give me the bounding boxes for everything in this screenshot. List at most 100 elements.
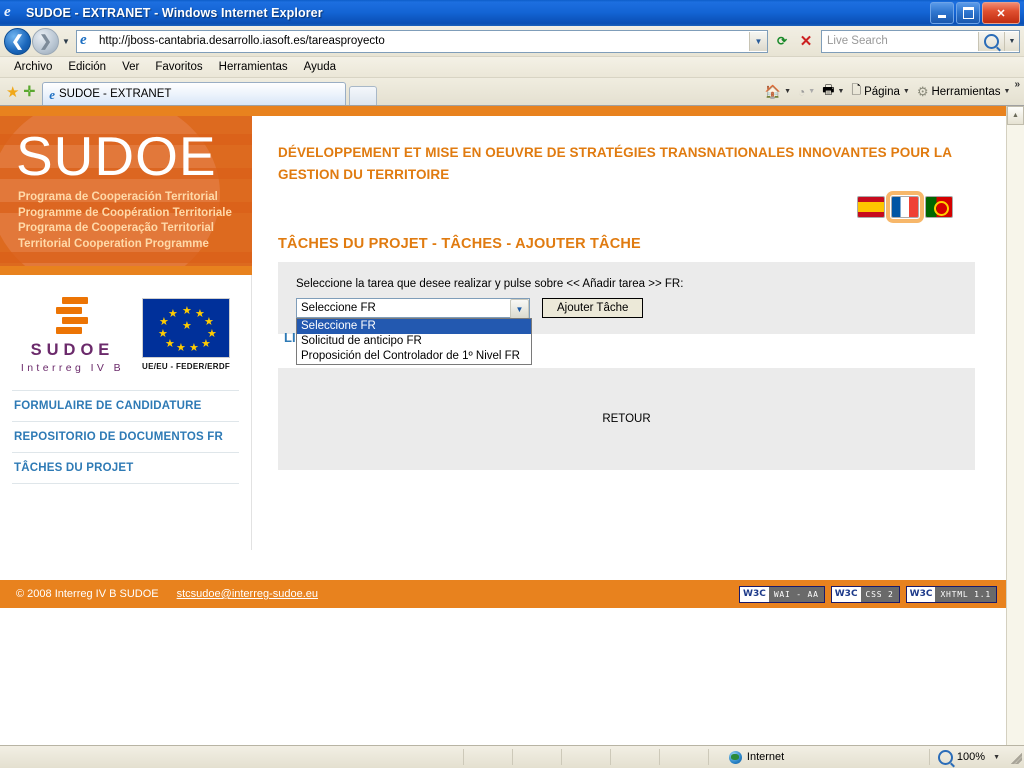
banner-bottom-bar bbox=[0, 266, 252, 275]
page-title: TÂCHES DU PROJET - TÂCHES - AJOUTER TÂCH… bbox=[278, 236, 641, 252]
overflow-chevrons-icon[interactable]: » bbox=[1014, 79, 1020, 90]
badge-css-label: CSS 2 bbox=[860, 586, 899, 602]
badge-css[interactable]: W3C CSS 2 bbox=[830, 585, 900, 603]
menu-archivo[interactable]: Archivo bbox=[6, 59, 60, 75]
window-title: SUDOE - EXTRANET - Windows Internet Expl… bbox=[26, 6, 323, 20]
search-input[interactable]: Live Search bbox=[822, 35, 978, 47]
menu-favoritos[interactable]: Favoritos bbox=[147, 59, 210, 75]
task-select-dropdown[interactable]: Seleccione FR Solicitud de anticipo FR P… bbox=[296, 318, 532, 365]
resize-grip[interactable] bbox=[1008, 750, 1022, 764]
site-footer: © 2008 Interreg IV B SUDOE stcsudoe@inte… bbox=[0, 580, 1006, 608]
dropdown-option[interactable]: Solicitud de anticipo FR bbox=[297, 334, 531, 349]
url-dropdown-chevron-down-icon[interactable]: ▼ bbox=[749, 31, 767, 51]
rss-icon: ◔ bbox=[798, 84, 806, 99]
url-text: http://jboss-cantabria.desarrollo.iasoft… bbox=[99, 35, 385, 47]
url-bar[interactable]: e http://jboss-cantabria.desarrollo.iaso… bbox=[76, 29, 768, 53]
printer-icon: 🖶 bbox=[822, 81, 835, 97]
menu-ver[interactable]: Ver bbox=[114, 59, 147, 75]
print-button[interactable]: 🖶 ▼ bbox=[819, 79, 847, 105]
back-button[interactable]: ❮ bbox=[4, 27, 31, 55]
page-menu-button[interactable]: 🗋 Página ▼ bbox=[848, 79, 912, 104]
add-task-button[interactable]: Ajouter Tâche bbox=[542, 298, 644, 318]
menu-bar: Archivo Edición Ver Favoritos Herramient… bbox=[0, 57, 1024, 78]
badge-xhtml[interactable]: W3C XHTML 1.1 bbox=[905, 585, 997, 603]
sidebar-nav: FORMULAIRE DE CANDIDATURE REPOSITORIO DE… bbox=[0, 390, 252, 550]
language-flag-es[interactable] bbox=[857, 196, 885, 218]
language-flag-pt[interactable] bbox=[925, 196, 953, 218]
close-button[interactable]: ✕ bbox=[982, 2, 1020, 24]
tools-chevron-down-icon[interactable]: ▼ bbox=[1004, 88, 1011, 95]
menu-herramientas[interactable]: Herramientas bbox=[211, 59, 296, 75]
zoom-chevron-down-icon[interactable]: ▼ bbox=[993, 754, 1000, 761]
status-message bbox=[0, 749, 464, 765]
sidebar-item-repositorio[interactable]: REPOSITORIO DE DOCUMENTOS FR bbox=[12, 422, 239, 453]
status-cell bbox=[562, 749, 611, 765]
security-zone[interactable]: Internet bbox=[709, 749, 930, 765]
minimize-button[interactable] bbox=[930, 2, 954, 24]
zoom-level: 100% bbox=[956, 751, 986, 763]
home-button[interactable]: 🏠 ▼ bbox=[762, 82, 794, 102]
vertical-scrollbar[interactable]: ▲ bbox=[1006, 106, 1024, 745]
sidebar-item-taches[interactable]: TÂCHES DU PROJET bbox=[12, 453, 239, 484]
task-select[interactable]: Seleccione FR ▼ bbox=[296, 298, 530, 319]
home-chevron-down-icon[interactable]: ▼ bbox=[784, 88, 791, 95]
status-bar: Internet 100% ▼ bbox=[0, 745, 1024, 768]
eu-caption: UE/EU - FEDER/ERDF bbox=[142, 362, 231, 371]
dropdown-option[interactable]: Seleccione FR bbox=[297, 319, 531, 334]
badge-wai-label: WAI - AA bbox=[768, 586, 824, 602]
w3c-badges: W3C WAI - AA W3C CSS 2 W3C XHTML 1.1 bbox=[739, 585, 997, 603]
browser-tab[interactable]: e SUDOE - EXTRANET bbox=[42, 82, 347, 105]
search-icon[interactable] bbox=[978, 31, 1004, 51]
maximize-button[interactable] bbox=[956, 2, 980, 24]
badge-css-logo: W3C bbox=[831, 586, 861, 602]
badge-wai[interactable]: W3C WAI - AA bbox=[739, 585, 825, 603]
search-box[interactable]: Live Search ▼ bbox=[821, 29, 1020, 53]
zone-label: Internet bbox=[746, 751, 785, 763]
web-page: SUDOE Programa de Cooperación Territoria… bbox=[0, 106, 1006, 745]
sudoe-mark-icon bbox=[52, 295, 92, 335]
tagline-en: Territorial Cooperation Programme bbox=[18, 237, 209, 250]
page-chevron-down-icon[interactable]: ▼ bbox=[903, 88, 910, 95]
print-chevron-down-icon[interactable]: ▼ bbox=[837, 88, 844, 95]
status-cell bbox=[464, 749, 513, 765]
menu-ayuda[interactable]: Ayuda bbox=[296, 59, 344, 75]
refresh-icon[interactable]: ⟳ bbox=[770, 30, 794, 53]
forward-button[interactable]: ❯ bbox=[32, 27, 59, 55]
page-icon: 🗋 bbox=[851, 83, 862, 97]
title-bar: e SUDOE - EXTRANET - Windows Internet Ex… bbox=[0, 0, 1024, 26]
tab-label: SUDOE - EXTRANET bbox=[58, 88, 172, 100]
gear-icon: ⚙ bbox=[916, 83, 929, 99]
home-icon: 🏠 bbox=[764, 83, 782, 99]
add-favorite-icon[interactable]: ✛ bbox=[23, 83, 35, 100]
feeds-button[interactable]: ◔ ▼ bbox=[795, 83, 818, 101]
back-panel: RETOUR bbox=[278, 368, 975, 470]
select-chevron-down-icon[interactable]: ▼ bbox=[510, 299, 529, 319]
favorites-star-icon[interactable]: ★ bbox=[6, 83, 19, 101]
page-viewport: SUDOE Programa de Cooperación Territoria… bbox=[0, 105, 1024, 745]
tagline-pt: Programa de Cooperação Territorial bbox=[18, 222, 214, 234]
back-button-page[interactable]: RETOUR bbox=[594, 410, 658, 428]
form-instruction: Seleccione la tarea que desee realizar y… bbox=[296, 278, 684, 290]
site-top-bar bbox=[0, 106, 1006, 116]
tab-favicon-icon: e bbox=[49, 86, 55, 102]
feeds-chevron-down-icon: ▼ bbox=[808, 88, 816, 95]
address-bar: ❮ ❯ ▼ e http://jboss-cantabria.desarroll… bbox=[0, 26, 1024, 57]
footer-email-link[interactable]: stcsudoe@interreg-sudoe.eu bbox=[177, 588, 318, 600]
dropdown-option[interactable]: Proposición del Controlador de 1º Nivel … bbox=[297, 349, 531, 364]
page-menu-label: Página bbox=[864, 85, 900, 98]
language-flag-fr[interactable] bbox=[886, 191, 924, 223]
menu-edicion[interactable]: Edición bbox=[60, 59, 114, 75]
language-switcher bbox=[278, 191, 975, 223]
search-provider-chevron-down-icon[interactable]: ▼ bbox=[1004, 31, 1019, 51]
stop-icon[interactable]: ✕ bbox=[794, 30, 818, 53]
tools-menu-button[interactable]: ⚙ Herramientas ▼ bbox=[914, 82, 1014, 102]
scrollbar-track[interactable] bbox=[1007, 125, 1024, 745]
recent-pages-chevron-down-icon[interactable]: ▼ bbox=[59, 37, 73, 46]
task-select-value: Seleccione FR bbox=[301, 302, 376, 314]
sudoe-interreg-logo: SUDOE Interreg IV B bbox=[21, 295, 124, 374]
sidebar-item-formulaire[interactable]: FORMULAIRE DE CANDIDATURE bbox=[12, 390, 239, 422]
new-tab-button[interactable] bbox=[349, 86, 378, 105]
zoom-control[interactable]: 100% ▼ bbox=[930, 749, 1008, 765]
scroll-up-icon[interactable]: ▲ bbox=[1007, 106, 1024, 125]
page-subtitle: DÉVELOPPEMENT ET MISE EN OEUVRE DE STRAT… bbox=[278, 145, 952, 182]
